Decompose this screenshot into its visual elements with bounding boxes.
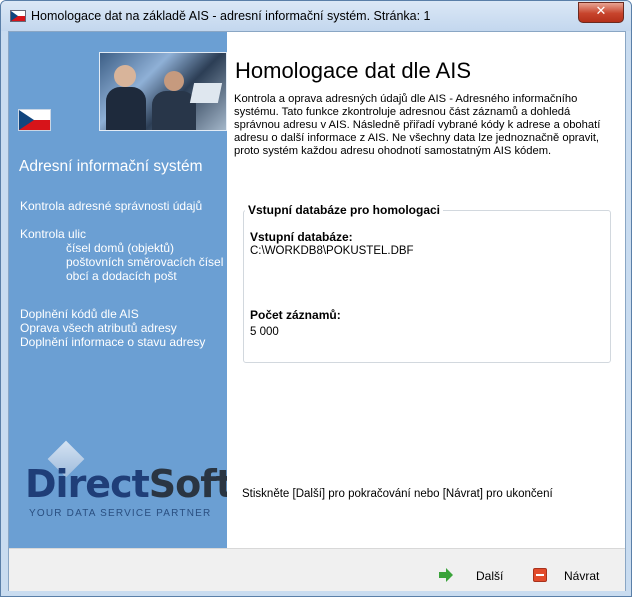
title-bar[interactable]: Homologace dat na základě AIS - adresní … (1, 1, 631, 31)
record-count-label: Počet záznamů: (250, 308, 341, 322)
back-button[interactable]: Návrat (531, 566, 606, 586)
next-button[interactable]: Další (439, 566, 509, 586)
sidebar-item-address-status: Doplnění informace o stavu adresy (20, 335, 206, 349)
sidebar-item-municipalities: obcí a dodacích pošt (66, 269, 177, 283)
logo-part-soft: Soft (148, 462, 234, 506)
sidebar-item-house-numbers: čísel domů (objektů) (66, 241, 175, 255)
logo-tagline: YOUR DATA SERVICE PARTNER (29, 508, 212, 519)
group-legend: Vstupní databáze pro homologaci (245, 203, 444, 217)
back-button-label: Návrat (564, 569, 600, 583)
client-area: Adresní informační systém Kontrola adres… (8, 31, 626, 591)
intro-text: Kontrola a oprava adresných údajů dle AI… (234, 93, 601, 157)
sidebar-item-ais-codes: Doplnění kódů dle AIS (20, 307, 139, 321)
wizard-window: Homologace dat na základě AIS - adresní … (0, 0, 632, 597)
window-title: Homologace dat na základě AIS - adresní … (31, 9, 431, 23)
czech-flag-icon (10, 10, 26, 22)
navigation-hint: Stiskněte [Další] pro pokračování nebo [… (242, 488, 553, 500)
sidebar-heading: Adresní informační systém (19, 158, 203, 175)
database-value: C:\WORKDB8\POKUSTEL.DBF (250, 245, 414, 257)
record-count-value: 5 000 (250, 326, 279, 338)
sidebar: Adresní informační systém Kontrola adres… (9, 32, 234, 548)
button-bar: Další Návrat (9, 548, 625, 591)
page-title: Homologace dat dle AIS (235, 58, 472, 83)
close-button[interactable]: ✕ (578, 2, 624, 23)
arrow-right-icon (439, 568, 453, 582)
czech-flag (18, 109, 51, 131)
next-button-label: Další (476, 569, 504, 583)
database-label: Vstupní databáze: (250, 230, 353, 244)
sidebar-item-address-check: Kontrola adresné správnosti údajů (20, 199, 203, 213)
business-people-photo (99, 52, 227, 131)
main-panel: Homologace dat dle AIS Kontrola a oprava… (227, 32, 625, 548)
sidebar-item-street-check: Kontrola ulic (20, 227, 87, 241)
sidebar-item-address-attributes: Oprava všech atributů adresy (20, 321, 177, 335)
sidebar-item-postal-codes: poštovních směrovacích čísel (66, 255, 224, 269)
directsoft-logo: DirectSoft (25, 462, 234, 506)
exit-icon (533, 568, 547, 582)
logo-part-direct: Direct (25, 462, 150, 506)
